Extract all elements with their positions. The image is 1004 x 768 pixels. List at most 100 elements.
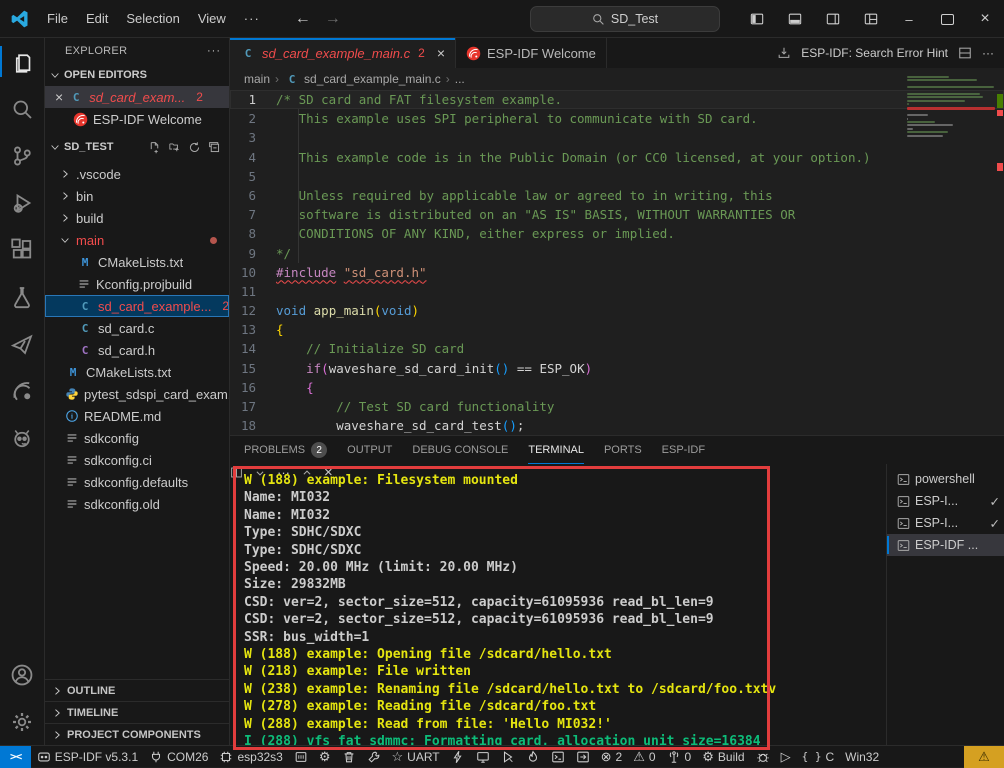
open-editor-item[interactable]: ESP-IDF Welcome	[45, 108, 229, 130]
file-tree-row[interactable]: sdkconfig	[45, 427, 229, 449]
minimize-icon[interactable]: –	[890, 0, 928, 38]
activity-chat-bot-icon[interactable]	[0, 414, 45, 461]
activity-search-icon[interactable]	[0, 85, 45, 132]
esp-idf-flash-download-icon[interactable]	[777, 46, 791, 60]
customize-layout-icon[interactable]	[852, 0, 890, 38]
breadcrumb-item[interactable]: main	[244, 72, 270, 86]
menu-overflow[interactable]: ···	[235, 7, 269, 30]
status-flash-method[interactable]	[288, 746, 313, 768]
status-debug-task[interactable]	[750, 746, 775, 768]
status-language-mode[interactable]: { }C	[796, 746, 840, 768]
status-serial-port[interactable]: COM26	[144, 746, 214, 768]
workspace-header[interactable]: SD_TEST	[45, 136, 229, 158]
file-tree-row[interactable]: sdkconfig.old	[45, 493, 229, 515]
esp-idf-search-error-hint[interactable]: ESP-IDF: Search Error Hint	[801, 46, 948, 60]
status-errors-count[interactable]: ⊗2	[595, 746, 628, 768]
panel-tab-ports[interactable]: PORTS	[604, 436, 642, 464]
nav-back-icon[interactable]: ←	[295, 10, 311, 28]
status-idf-terminal[interactable]	[545, 746, 570, 768]
panel-tab-debug-console[interactable]: DEBUG CONSOLE	[412, 436, 508, 464]
status-build-task[interactable]: ⚙Build	[697, 746, 750, 768]
file-tree-row[interactable]: pytest_sdspi_card_exam...	[45, 383, 229, 405]
status-forwarded-ports[interactable]: 0	[661, 746, 697, 768]
file-tree-row[interactable]: MCMakeLists.txt	[45, 251, 229, 273]
terminal-list-item[interactable]: ESP-IDF ...	[887, 534, 1004, 556]
status-erase-flash[interactable]	[520, 746, 545, 768]
close-icon[interactable]: ×	[966, 0, 1004, 38]
activity-run-and-debug-icon[interactable]	[0, 179, 45, 226]
activity-accounts-icon[interactable]	[0, 651, 45, 698]
section-project-components[interactable]: PROJECT COMPONENTS	[45, 723, 229, 745]
file-tree-row[interactable]: bin	[45, 185, 229, 207]
activity-extensions-icon[interactable]	[0, 226, 45, 273]
menu-item-edit[interactable]: Edit	[77, 7, 117, 30]
status-debug-device[interactable]	[495, 746, 520, 768]
file-tree-row[interactable]: sdkconfig.ci	[45, 449, 229, 471]
maximize-icon[interactable]	[928, 0, 966, 38]
minimap[interactable]	[907, 76, 995, 226]
status-warnings-count[interactable]: ⚠0	[628, 746, 661, 768]
toggle-secondary-sidebar-icon[interactable]	[814, 0, 852, 38]
status-sdk-configuration[interactable]: ⚙	[313, 746, 336, 768]
menu-item-selection[interactable]: Selection	[117, 7, 188, 30]
open-editor-item[interactable]: ×Csd_card_exam...2	[45, 86, 229, 108]
editor-tab[interactable]: ESP-IDF Welcome	[456, 38, 607, 68]
split-editor-icon[interactable]	[958, 46, 972, 60]
status-monitor-method[interactable]: ☆UART	[386, 746, 445, 768]
panel-tab-output[interactable]: OUTPUT	[347, 436, 392, 464]
status-flash-device[interactable]	[445, 746, 470, 768]
file-tree-row[interactable]: sdkconfig.defaults	[45, 471, 229, 493]
menu-item-file[interactable]: File	[38, 7, 77, 30]
command-center-search[interactable]: SD_Test	[530, 6, 720, 32]
open-editors-header[interactable]: OPEN EDITORS	[45, 64, 229, 86]
code-editor[interactable]: 1/* SD card and FAT filesystem example.2…	[230, 90, 1004, 435]
activity-explorer-icon[interactable]	[0, 38, 45, 85]
activity-settings-icon[interactable]	[0, 698, 45, 745]
toggle-primary-sidebar-icon[interactable]	[738, 0, 776, 38]
status-run-task[interactable]: ▷	[775, 746, 796, 768]
file-tree-row[interactable]: Csd_card.c	[45, 317, 229, 339]
activity-testing-icon[interactable]	[0, 273, 45, 320]
file-tree-row[interactable]: Csd_card_example...2	[45, 295, 229, 317]
collapse-all-icon[interactable]	[208, 141, 221, 154]
menu-item-view[interactable]: View	[189, 7, 235, 30]
toggle-panel-icon[interactable]	[776, 0, 814, 38]
editor-tab[interactable]: Csd_card_example_main.c2×	[230, 38, 456, 68]
status-warning-notification[interactable]: ⚠	[964, 746, 1004, 768]
activity-esp-idf-explorer-icon[interactable]	[0, 320, 45, 367]
file-tree-row[interactable]: Kconfig.projbuild	[45, 273, 229, 295]
status-remote-indicator[interactable]: ><	[0, 746, 31, 768]
close-tab-icon[interactable]: ×	[437, 45, 445, 61]
new-file-icon[interactable]	[148, 141, 161, 154]
file-tree-row[interactable]: MCMakeLists.txt	[45, 361, 229, 383]
terminal-list-item[interactable]: ESP-I...✓	[887, 512, 1004, 534]
status-custom-task[interactable]	[361, 746, 386, 768]
status-full-clean[interactable]	[336, 746, 361, 768]
file-tree-row[interactable]: Csd_card.h	[45, 339, 229, 361]
breadcrumb-item[interactable]: Csd_card_example_main.c	[284, 72, 441, 86]
file-tree-row[interactable]: iREADME.md	[45, 405, 229, 427]
status-monitor-device[interactable]	[470, 746, 495, 768]
terminal-list-item[interactable]: ESP-I...✓	[887, 490, 1004, 512]
panel-tab-esp-idf[interactable]: ESP-IDF	[662, 436, 705, 464]
file-tree-row[interactable]: main	[45, 229, 229, 251]
panel-tab-terminal[interactable]: TERMINAL	[528, 436, 584, 464]
file-tree-row[interactable]: build	[45, 207, 229, 229]
new-folder-icon[interactable]	[168, 141, 181, 154]
activity-espressif-icon[interactable]	[0, 367, 45, 414]
terminal-list-item[interactable]: powershell	[887, 468, 1004, 490]
status-platform[interactable]: Win32	[840, 746, 885, 768]
section-timeline[interactable]: TIMELINE	[45, 701, 229, 723]
breadcrumb-item[interactable]: ...	[455, 72, 465, 86]
status-open-project[interactable]	[570, 746, 595, 768]
status-esp-idf-version[interactable]: ESP-IDF v5.3.1	[31, 746, 143, 768]
close-icon[interactable]: ×	[55, 89, 63, 105]
refresh-icon[interactable]	[188, 141, 201, 154]
panel-tab-problems[interactable]: PROBLEMS2	[244, 436, 327, 464]
status-device-target[interactable]: esp32s3	[214, 746, 288, 768]
section-outline[interactable]: OUTLINE	[45, 679, 229, 701]
editor-more-actions[interactable]: ···	[982, 46, 994, 60]
nav-forward-icon[interactable]: →	[325, 10, 341, 28]
terminal-output[interactable]: W (188) example: Filesystem mountedName:…	[230, 464, 886, 745]
file-tree-row[interactable]: .vscode	[45, 163, 229, 185]
